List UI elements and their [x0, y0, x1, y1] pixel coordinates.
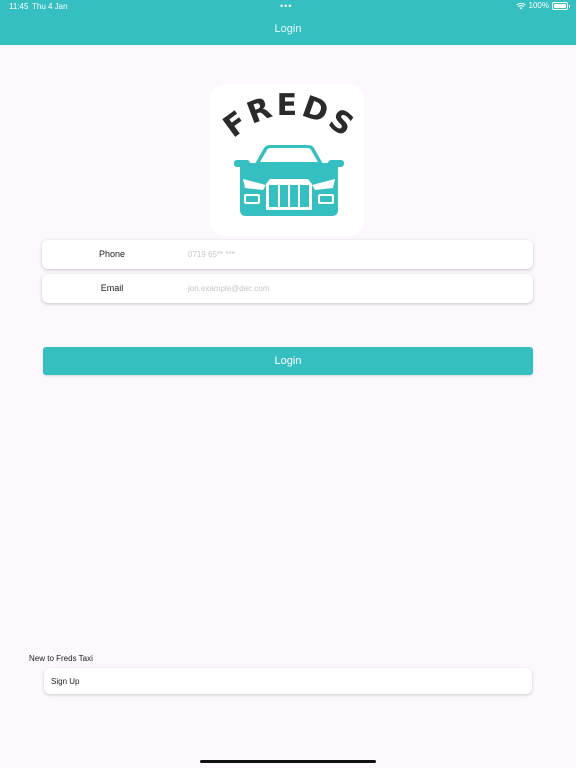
multitasking-dots-icon[interactable]: •••	[280, 1, 292, 11]
freds-logo: FREDS	[210, 84, 364, 236]
email-label: Email	[100, 283, 124, 293]
home-indicator[interactable]	[200, 760, 376, 763]
svg-text:FREDS: FREDS	[217, 88, 362, 145]
status-right: 100%	[515, 1, 570, 10]
header-bar: 11:45 Thu 4 Jan ••• 100% Login	[0, 0, 576, 45]
battery-icon	[552, 1, 570, 10]
signup-button[interactable]: Sign Up	[44, 668, 532, 694]
status-bar: 11:45 Thu 4 Jan ••• 100%	[0, 0, 576, 14]
page-title: Login	[274, 23, 302, 35]
login-button[interactable]: Login	[43, 347, 533, 375]
email-row: Email	[42, 274, 533, 303]
status-date: Thu 4 Jan	[32, 2, 68, 11]
wifi-icon	[515, 2, 526, 9]
logo-text: FREDS	[217, 88, 359, 145]
phone-row: Phone	[42, 240, 533, 269]
email-input[interactable]	[188, 280, 508, 297]
phone-input[interactable]	[188, 246, 508, 263]
phone-label: Phone	[98, 249, 126, 259]
battery-percent: 100%	[528, 1, 549, 10]
new-user-prompt: New to Freds Taxi	[29, 654, 93, 663]
car-logo-icon: FREDS	[217, 88, 362, 216]
status-time: 11:45	[9, 2, 29, 11]
